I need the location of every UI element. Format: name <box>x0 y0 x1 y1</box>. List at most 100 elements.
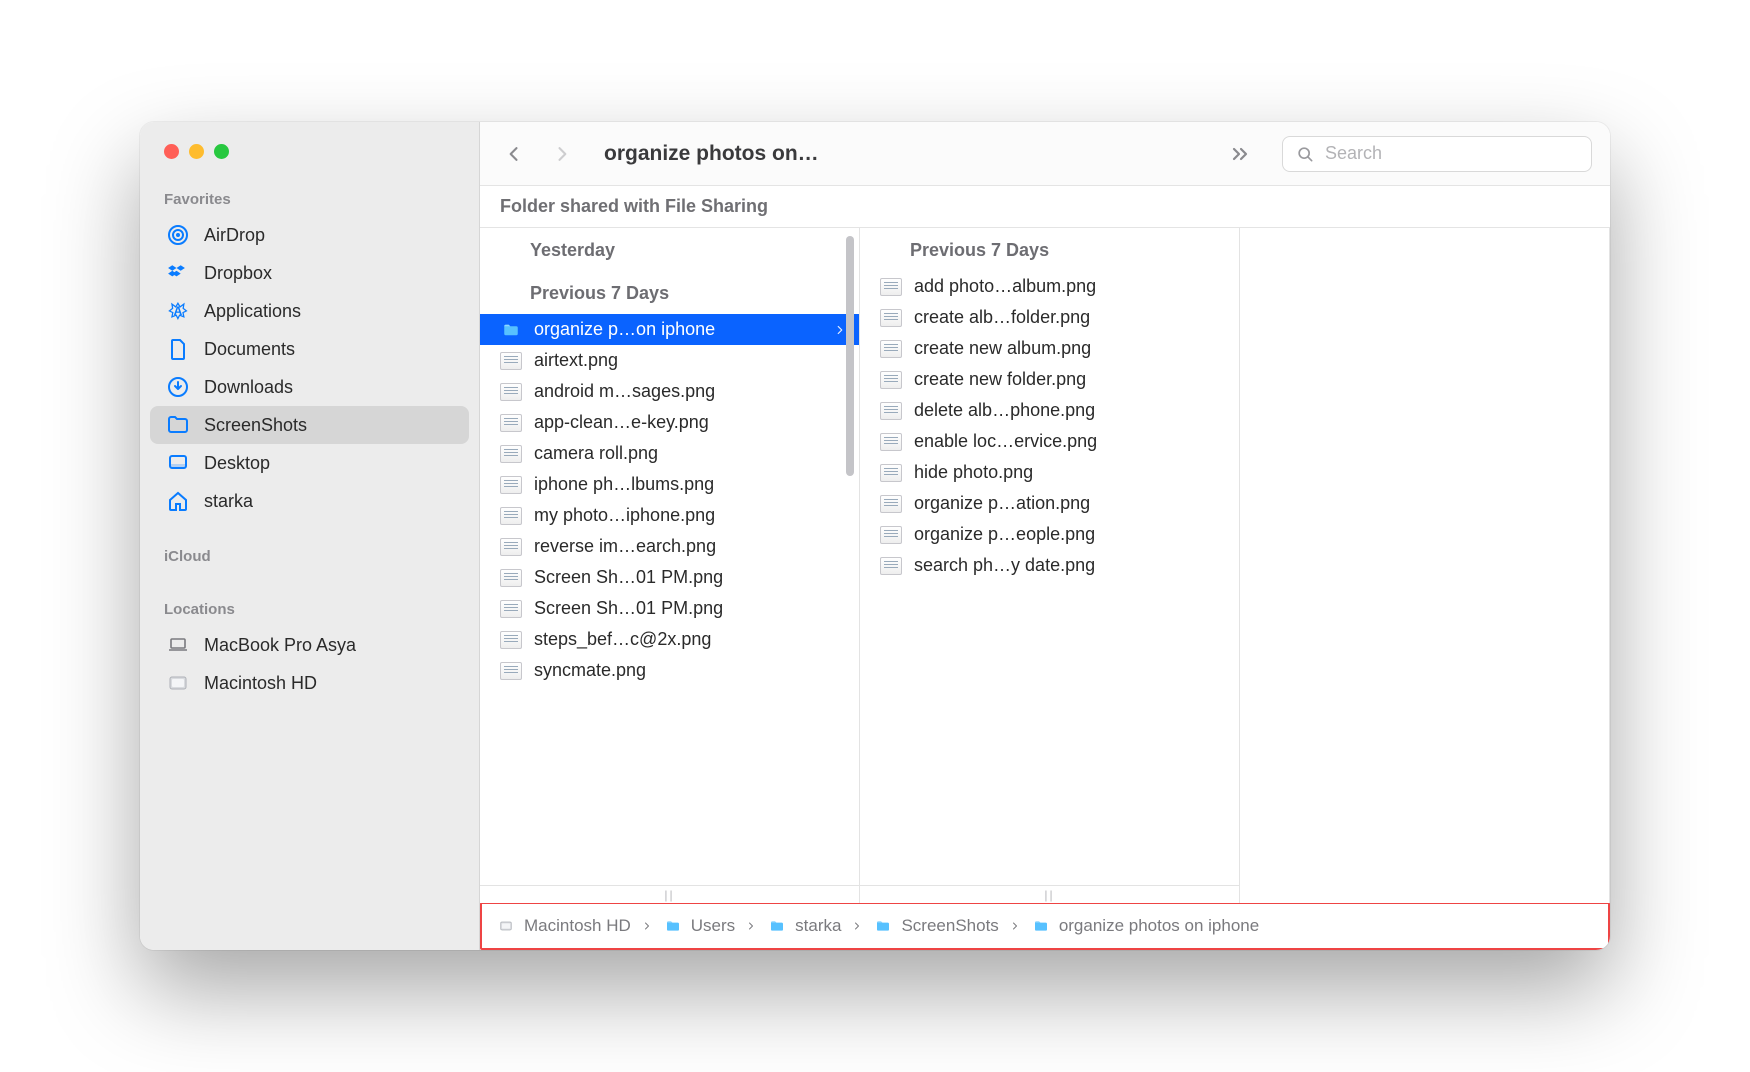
image-thumbnail-icon <box>500 538 522 556</box>
image-thumbnail-icon <box>500 414 522 432</box>
sidebar-item-applications[interactable]: Applications <box>150 292 469 330</box>
list-item-folder[interactable]: organize p…on iphone <box>480 314 859 345</box>
forward-button[interactable] <box>552 142 572 166</box>
column-1[interactable]: Previous 7 Days add photo…album.png crea… <box>860 228 1240 903</box>
crumb-label: organize photos on iphone <box>1059 916 1259 936</box>
sidebar-item-airdrop[interactable]: AirDrop <box>150 216 469 254</box>
list-item[interactable]: organize p…eople.png <box>860 519 1239 550</box>
pathbar-highlight: Macintosh HD Users starka ScreenShots <box>480 902 1610 950</box>
list-item[interactable]: create alb…folder.png <box>860 302 1239 333</box>
hdd-icon <box>496 918 516 934</box>
list-item[interactable]: reverse im…earch.png <box>480 531 859 562</box>
back-button[interactable] <box>504 142 524 166</box>
chevron-right-icon <box>641 919 653 933</box>
search-icon <box>1295 144 1315 164</box>
chevron-right-icon <box>745 919 757 933</box>
share-status-text: Folder shared with File Sharing <box>500 196 768 217</box>
sidebar: Favorites AirDrop Dropbox Applications D… <box>140 122 480 950</box>
window-title: organize photos on… <box>604 142 819 166</box>
column-resize-handle[interactable]: || <box>860 885 1239 903</box>
folder-icon <box>500 321 522 339</box>
list-item[interactable]: create new folder.png <box>860 364 1239 395</box>
file-name: add photo…album.png <box>914 276 1096 297</box>
image-thumbnail-icon <box>500 600 522 618</box>
sidebar-item-desktop[interactable]: Desktop <box>150 444 469 482</box>
chevron-right-icon <box>851 919 863 933</box>
file-name: create new folder.png <box>914 369 1086 390</box>
column-0[interactable]: Yesterday Previous 7 Days organize p…on … <box>480 228 860 903</box>
list-item[interactable]: hide photo.png <box>860 457 1239 488</box>
sidebar-item-home[interactable]: starka <box>150 482 469 520</box>
list-item[interactable]: my photo…iphone.png <box>480 500 859 531</box>
scrollbar[interactable] <box>841 236 859 476</box>
file-name: hide photo.png <box>914 462 1033 483</box>
file-name: organize p…on iphone <box>534 319 715 340</box>
sidebar-item-screenshots[interactable]: ScreenShots <box>150 406 469 444</box>
sidebar-item-documents[interactable]: Documents <box>150 330 469 368</box>
home-icon <box>166 489 190 513</box>
list-item[interactable]: app-clean…e-key.png <box>480 407 859 438</box>
list-item[interactable]: create new album.png <box>860 333 1239 364</box>
path-crumb[interactable]: ScreenShots <box>873 916 998 936</box>
close-button[interactable] <box>164 144 179 159</box>
path-crumb[interactable]: Users <box>663 916 735 936</box>
file-name: search ph…y date.png <box>914 555 1095 576</box>
list-item[interactable]: airtext.png <box>480 345 859 376</box>
sidebar-item-label: ScreenShots <box>204 415 307 436</box>
share-status-bar: Folder shared with File Sharing <box>480 186 1610 228</box>
path-crumb[interactable]: Macintosh HD <box>496 916 631 936</box>
sidebar-item-macintosh-hd[interactable]: Macintosh HD <box>150 664 469 702</box>
image-thumbnail-icon <box>880 309 902 327</box>
home-folder-icon <box>767 918 787 934</box>
sidebar-item-downloads[interactable]: Downloads <box>150 368 469 406</box>
path-crumb[interactable]: starka <box>767 916 841 936</box>
dropbox-icon <box>166 261 190 285</box>
list-item[interactable]: Screen Sh…01 PM.png <box>480 593 859 624</box>
column-resize-handle[interactable]: || <box>480 885 859 903</box>
airdrop-icon <box>166 223 190 247</box>
list-item[interactable]: enable loc…ervice.png <box>860 426 1239 457</box>
column-2[interactable] <box>1240 228 1610 903</box>
image-thumbnail-icon <box>500 662 522 680</box>
file-name: create alb…folder.png <box>914 307 1090 328</box>
list-item[interactable]: steps_bef…c@2x.png <box>480 624 859 655</box>
file-name: reverse im…earch.png <box>534 536 716 557</box>
file-name: Screen Sh…01 PM.png <box>534 598 723 619</box>
minimize-button[interactable] <box>189 144 204 159</box>
window-controls <box>140 144 479 181</box>
hdd-icon <box>166 671 190 695</box>
list-item[interactable]: iphone ph…lbums.png <box>480 469 859 500</box>
toolbar: organize photos on… <box>480 122 1610 186</box>
pathbar: Macintosh HD Users starka ScreenShots <box>482 904 1608 948</box>
file-name: camera roll.png <box>534 443 658 464</box>
list-item[interactable]: camera roll.png <box>480 438 859 469</box>
file-name: organize p…eople.png <box>914 524 1095 545</box>
search-field[interactable] <box>1282 136 1592 172</box>
list-item[interactable]: delete alb…phone.png <box>860 395 1239 426</box>
file-name: android m…sages.png <box>534 381 715 402</box>
path-crumb[interactable]: organize photos on iphone <box>1031 916 1259 936</box>
file-name: steps_bef…c@2x.png <box>534 629 711 650</box>
search-input[interactable] <box>1325 143 1579 164</box>
toolbar-overflow-button[interactable] <box>1216 142 1264 166</box>
zoom-button[interactable] <box>214 144 229 159</box>
sidebar-item-macbook[interactable]: MacBook Pro Asya <box>150 626 469 664</box>
sidebar-item-dropbox[interactable]: Dropbox <box>150 254 469 292</box>
image-thumbnail-icon <box>880 340 902 358</box>
sidebar-item-label: MacBook Pro Asya <box>204 635 356 656</box>
list-item[interactable]: add photo…album.png <box>860 271 1239 302</box>
list-item[interactable]: search ph…y date.png <box>860 550 1239 581</box>
group-header: Previous 7 Days <box>480 271 859 314</box>
list-item[interactable]: android m…sages.png <box>480 376 859 407</box>
image-thumbnail-icon <box>880 495 902 513</box>
list-item[interactable]: organize p…ation.png <box>860 488 1239 519</box>
image-thumbnail-icon <box>500 507 522 525</box>
list-item[interactable]: syncmate.png <box>480 655 859 686</box>
crumb-label: starka <box>795 916 841 936</box>
file-name: airtext.png <box>534 350 618 371</box>
nav-arrows <box>498 142 586 166</box>
image-thumbnail-icon <box>500 476 522 494</box>
image-thumbnail-icon <box>500 631 522 649</box>
file-name: iphone ph…lbums.png <box>534 474 714 495</box>
list-item[interactable]: Screen Sh…01 PM.png <box>480 562 859 593</box>
